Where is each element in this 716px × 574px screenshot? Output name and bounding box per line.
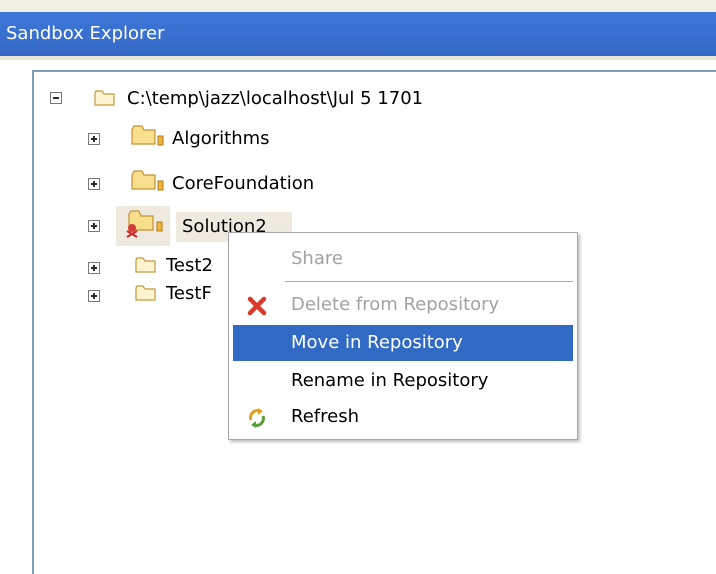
- expand-testf-icon[interactable]: [88, 290, 100, 302]
- panel-title-bar[interactable]: Sandbox Explorer: [0, 12, 716, 56]
- folder-icon: [135, 285, 156, 301]
- tree-item-corefoundation[interactable]: CoreFoundation: [172, 173, 314, 195]
- delete-icon: [247, 296, 267, 316]
- window-top-strip: [0, 0, 716, 12]
- expand-solution2-icon[interactable]: [88, 220, 100, 232]
- menu-item-rename-label: Rename in Repository: [291, 370, 489, 391]
- menu-item-share-label: Share: [291, 248, 343, 269]
- collapse-root-icon[interactable]: [50, 92, 62, 104]
- menu-item-refresh-label: Refresh: [291, 406, 359, 427]
- folder-open-icon: [94, 90, 115, 106]
- tree-item-algorithms[interactable]: Algorithms: [172, 128, 270, 150]
- tree-item-test2[interactable]: Test2: [166, 255, 213, 277]
- title-divider: [0, 56, 716, 60]
- context-menu: Share Delete from Repository Move in Rep…: [228, 232, 578, 440]
- menu-item-move-in-repository[interactable]: Move in Repository: [233, 325, 573, 361]
- tree-root-label[interactable]: C:\temp\jazz\localhost\Jul 5 1701: [127, 88, 423, 110]
- menu-item-delete-from-repository[interactable]: Delete from Repository: [229, 287, 577, 323]
- refresh-icon: [249, 408, 265, 428]
- menu-item-share[interactable]: Share: [229, 241, 577, 277]
- folder-icon: [135, 257, 156, 273]
- expand-algorithms-icon[interactable]: [88, 133, 100, 145]
- repo-folder-icon: [131, 125, 164, 146]
- repo-folder-conflict-icon: [126, 210, 163, 238]
- panel-title: Sandbox Explorer: [6, 23, 165, 44]
- expand-corefoundation-icon[interactable]: [88, 178, 100, 190]
- menu-item-move-label: Move in Repository: [291, 332, 463, 353]
- menu-separator: [285, 281, 573, 282]
- menu-item-delete-label: Delete from Repository: [291, 294, 500, 315]
- menu-item-rename-in-repository[interactable]: Rename in Repository: [229, 363, 577, 399]
- menu-item-refresh[interactable]: Refresh: [229, 399, 577, 435]
- tree-item-testf[interactable]: TestF: [166, 283, 212, 305]
- expand-test2-icon[interactable]: [88, 262, 100, 274]
- repo-folder-icon: [131, 170, 164, 191]
